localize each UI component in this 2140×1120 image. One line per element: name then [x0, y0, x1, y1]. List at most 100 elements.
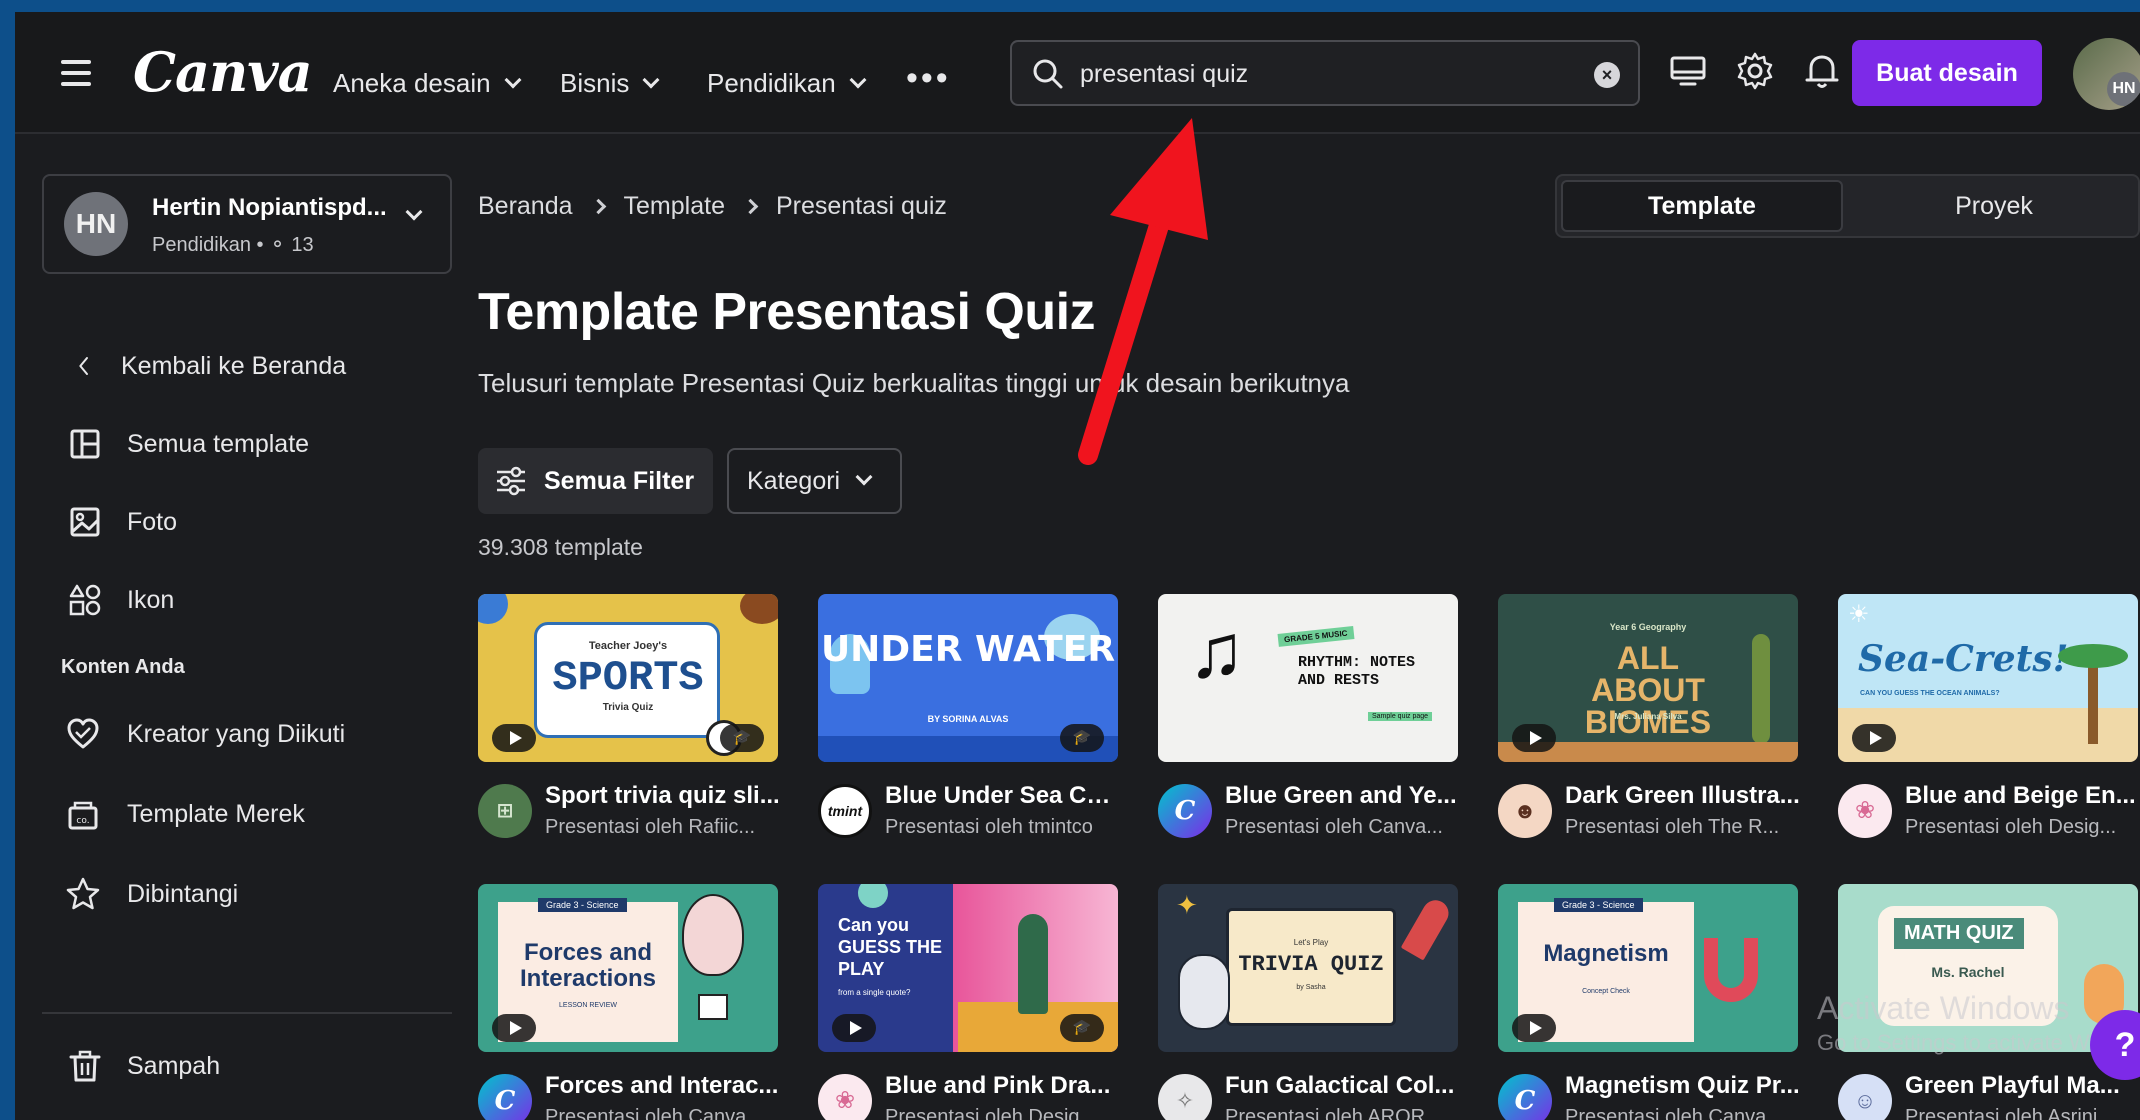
- account-type: Pendidikan: [152, 234, 251, 256]
- windows-activation-hint: Go to Settings to activate W: [1817, 1030, 2090, 1055]
- thumb-small-text: Trivia Quiz: [602, 702, 654, 713]
- sun-decoration: ☀: [1848, 601, 1870, 628]
- desktop-app-icon[interactable]: [1667, 50, 1709, 92]
- view-switcher: Template Proyek: [1555, 174, 2140, 238]
- nav-pendidikan[interactable]: Pendidikan: [707, 68, 867, 99]
- sidebar-item-icons[interactable]: Ikon: [67, 580, 174, 620]
- thumb-small-text: from a single quote?: [838, 988, 911, 997]
- all-filters-button[interactable]: Semua Filter: [478, 448, 713, 514]
- template-author: Presentasi oleh Desig...: [885, 1106, 1097, 1120]
- search-icon: [1033, 59, 1063, 89]
- template-thumbnail[interactable]: ♫ GRADE 5 MUSIC RHYTHM: NOTES AND RESTS …: [1158, 594, 1458, 762]
- tab-template[interactable]: Template: [1561, 180, 1843, 232]
- chevron-down-icon: [855, 468, 873, 486]
- clear-search-icon[interactable]: ×: [1594, 62, 1620, 88]
- template-title: Blue Under Sea Co...: [885, 782, 1120, 809]
- sidebar-item-brand-templates[interactable]: co. Template Merek: [63, 794, 305, 834]
- filter-label: Semua Filter: [544, 466, 695, 495]
- thumb-title-text: MATH QUIZ: [1894, 918, 2024, 949]
- palm-leaves-decoration: [2058, 644, 2128, 668]
- education-badge-icon: 🎓: [720, 724, 764, 752]
- nav-label: Bisnis: [560, 68, 630, 98]
- actor-decoration: [1018, 914, 1048, 1014]
- chevron-left-icon: [79, 357, 88, 375]
- creator-avatar[interactable]: C: [1158, 784, 1212, 838]
- breadcrumb: Beranda Template Presentasi quiz: [478, 192, 947, 221]
- thumb-small-text: Concept Check: [1582, 988, 1630, 995]
- nav-bisnis[interactable]: Bisnis: [560, 68, 660, 99]
- template-author: Presentasi oleh AROR...: [1225, 1106, 1442, 1120]
- avatar[interactable]: HN: [2073, 38, 2140, 110]
- creator-avatar[interactable]: C: [1498, 1074, 1552, 1120]
- breadcrumb-home[interactable]: Beranda: [478, 192, 573, 221]
- creator-avatar[interactable]: ✧: [1158, 1074, 1212, 1120]
- basket-decoration: [698, 994, 728, 1020]
- canva-app: Canva Aneka desain Bisnis Pendidikan •••…: [15, 12, 2140, 1120]
- photo-icon: [70, 507, 100, 537]
- result-count: 39.308 template: [478, 534, 643, 560]
- thumb-top-text: Grade 3 - Science: [1554, 898, 1643, 912]
- ball-decoration: [478, 594, 508, 624]
- thumb-small-text: Sample quiz page: [1368, 712, 1433, 721]
- template-title: Blue Green and Ye...: [1225, 782, 1457, 809]
- astronaut-decoration: [1178, 954, 1230, 1030]
- account-switcher[interactable]: HN Hertin Nopiantispd... Pendidikan • ⚬ …: [42, 174, 452, 274]
- more-icon[interactable]: •••: [906, 61, 951, 95]
- sidebar-item-all-templates[interactable]: Semua template: [67, 424, 309, 464]
- nav-aneka-desain[interactable]: Aneka desain: [333, 68, 522, 99]
- chevron-right-icon: [742, 198, 759, 215]
- template-thumbnail[interactable]: Teacher Joey's SPORTS Trivia Quiz 🎓: [478, 594, 778, 762]
- gear-icon[interactable]: [1734, 50, 1776, 92]
- filter-icon: [497, 466, 525, 496]
- template-thumbnail[interactable]: Grade 3 - Science Magnetism Concept Chec…: [1498, 884, 1798, 1052]
- person-icon: ⚬: [269, 234, 286, 256]
- creator-avatar[interactable]: ❀: [818, 1074, 872, 1120]
- template-author: Presentasi oleh Asrini...: [1905, 1106, 2114, 1120]
- sidebar-item-label: Kreator yang Diikuti: [127, 719, 346, 748]
- account-avatar: HN: [64, 192, 128, 256]
- page-subtitle: Telusuri template Presentasi Quiz berkua…: [478, 368, 1350, 398]
- creator-avatar[interactable]: tmint: [818, 784, 872, 838]
- creator-avatar[interactable]: ⊞: [478, 784, 532, 838]
- creator-avatar[interactable]: ☺: [1838, 1074, 1892, 1120]
- category-dropdown[interactable]: Kategori: [727, 448, 902, 514]
- template-thumbnail[interactable]: ✦ Let's Play TRIVIA QUIZ by Sasha: [1158, 884, 1458, 1052]
- breadcrumb-template[interactable]: Template: [624, 192, 725, 221]
- template-author: Presentasi oleh Canva...: [545, 1106, 763, 1120]
- shapes-icon: [69, 584, 101, 616]
- creator-avatar[interactable]: ❀: [1838, 784, 1892, 838]
- thumb-title-text: SPORTS: [552, 654, 704, 702]
- create-design-button[interactable]: Buat desain: [1852, 40, 2042, 106]
- thumb-title-text: RHYTHM: NOTES AND RESTS: [1298, 654, 1416, 689]
- search-value: presentasi quiz: [1080, 60, 1249, 88]
- top-bar: Canva Aneka desain Bisnis Pendidikan •••…: [15, 12, 2140, 134]
- thumb-small-text: by Sasha: [1296, 984, 1326, 991]
- thumb-small-text: BY SORINA ALVAS: [927, 714, 1009, 724]
- thumb-small-text: LESSON REVIEW: [559, 1002, 617, 1009]
- creator-avatar[interactable]: ☻: [1498, 784, 1552, 838]
- magnet-decoration: [1704, 938, 1758, 1002]
- template-thumbnail[interactable]: Year 6 Geography ALL ABOUT BIOMES Mrs. J…: [1498, 594, 1798, 762]
- menu-icon[interactable]: [61, 60, 91, 86]
- tab-project[interactable]: Proyek: [1853, 180, 2135, 232]
- bell-icon[interactable]: [1801, 50, 1843, 92]
- sidebar-item-trash[interactable]: Sampah: [67, 1046, 220, 1086]
- rocket-decoration: [1400, 895, 1454, 961]
- creator-avatar[interactable]: C: [478, 1074, 532, 1120]
- search-input[interactable]: presentasi quiz ×: [1010, 40, 1640, 106]
- play-icon: [492, 1014, 536, 1042]
- sidebar-item-photos[interactable]: Foto: [67, 502, 177, 542]
- balloon-decoration: [682, 894, 744, 976]
- page-title: Template Presentasi Quiz: [478, 283, 1096, 341]
- canva-logo[interactable]: Canva: [133, 40, 313, 104]
- sidebar-item-followed-creators[interactable]: Kreator yang Diikuti: [63, 714, 345, 754]
- template-thumbnail[interactable]: Grade 3 - Science Forces and Interaction…: [478, 884, 778, 1052]
- template-thumbnail[interactable]: Sea-Crets! CAN YOU GUESS THE OCEAN ANIMA…: [1838, 594, 2138, 762]
- template-thumbnail[interactable]: Can you GUESS THE PLAY from a single quo…: [818, 884, 1118, 1052]
- template-thumbnail[interactable]: UNDER WATER BY SORINA ALVAS 🎓: [818, 594, 1118, 762]
- balloon-decoration: [858, 884, 888, 908]
- windows-activation-watermark: Activate Windows: [1817, 990, 2070, 1026]
- back-to-home-link[interactable]: Kembali ke Beranda: [75, 346, 346, 386]
- sidebar-item-starred[interactable]: Dibintangi: [63, 874, 238, 914]
- template-title: Green Playful Ma...: [1905, 1072, 2120, 1099]
